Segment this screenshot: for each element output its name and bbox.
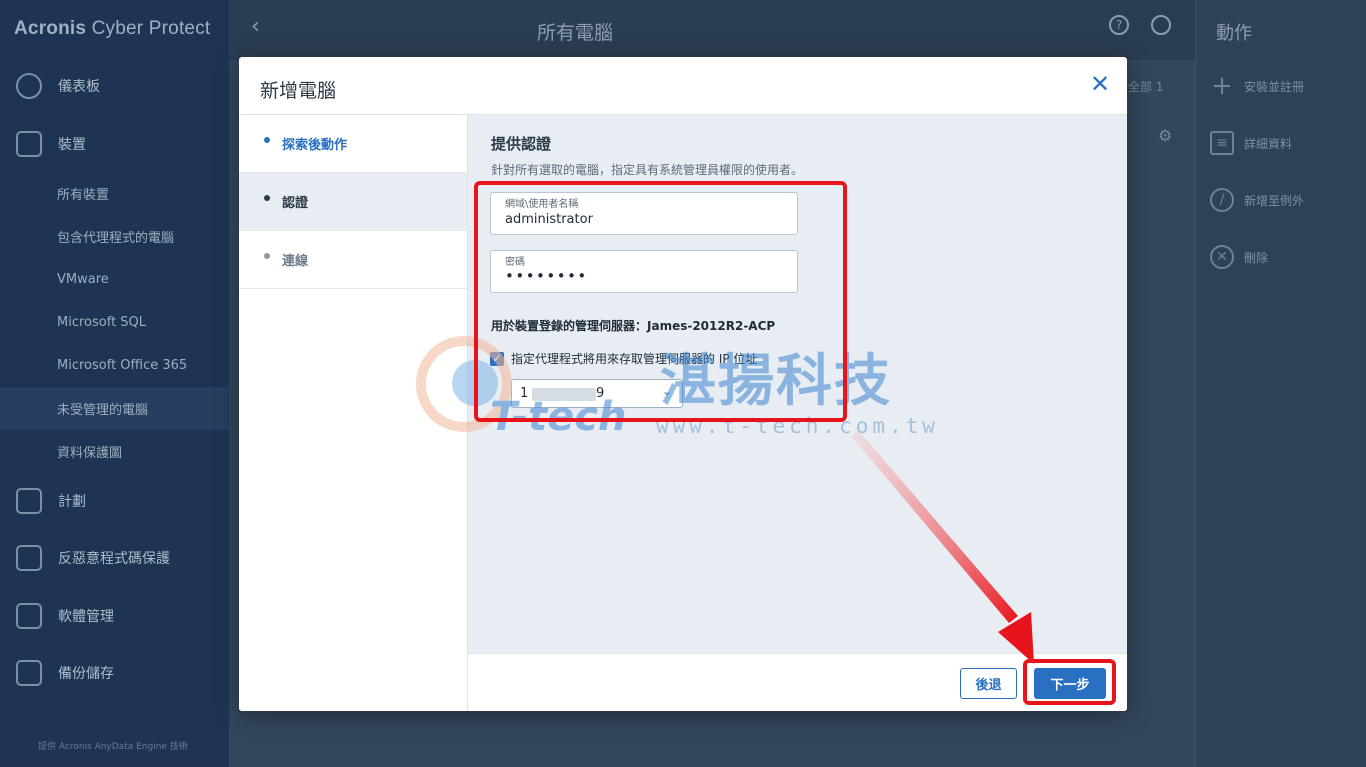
action-install-register[interactable]: + 安裝並註冊	[1210, 71, 1304, 101]
topbar: ‹ 所有電腦 ?	[229, 0, 1195, 60]
sidebar-sub-all-devices[interactable]: 所有裝置	[0, 172, 229, 215]
app-brand: Acronis Cyber Protect	[14, 18, 211, 39]
dialog-title: 新增電腦	[260, 80, 337, 102]
step-credentials[interactable]: 認證	[239, 173, 467, 231]
monitor-icon	[16, 131, 42, 157]
plans-icon	[16, 488, 42, 514]
back-button[interactable]: 後退	[960, 668, 1017, 699]
actions-title: 動作	[1216, 23, 1252, 44]
sidebar-sub-vmware[interactable]: VMware	[0, 258, 229, 301]
wizard-steps: 探索後動作 認證 連線	[239, 115, 468, 711]
sidebar-sub-unmanaged[interactable]: 未受管理的電腦	[0, 387, 229, 430]
step-dot	[264, 194, 270, 201]
dialog-header: 新增電腦 ✕	[239, 57, 1127, 115]
sidebar-sub-mssql[interactable]: Microsoft SQL	[0, 301, 229, 344]
sidebar-footer: 提供 Acronis AnyData Engine 技術	[38, 742, 188, 752]
block-icon: /	[1210, 188, 1234, 212]
plus-icon: +	[1211, 71, 1233, 101]
step-dot	[264, 252, 270, 259]
details-icon: ≡	[1210, 131, 1234, 155]
step-dot	[264, 136, 270, 143]
help-icon[interactable]: ?	[1109, 15, 1129, 35]
storage-icon	[16, 660, 42, 686]
section-description: 針對所有選取的電腦，指定具有系統管理員權限的使用者。	[491, 163, 804, 177]
highlight-credentials-box	[474, 181, 847, 422]
action-details[interactable]: ≡ 詳細資料	[1210, 129, 1292, 157]
sidebar-item-antimalware[interactable]: 反惡意程式碼保護	[0, 537, 229, 579]
software-icon	[16, 603, 42, 629]
chevron-left-icon[interactable]: ‹	[251, 14, 260, 39]
step-connection[interactable]: 連線	[239, 231, 467, 289]
actions-panel: 動作 + 安裝並註冊 ≡ 詳細資料 / 新增至例外 ✕ 刪除	[1195, 0, 1366, 767]
shield-icon	[16, 545, 42, 571]
filter-count: 全部 1	[1128, 80, 1164, 94]
delete-icon: ✕	[1210, 245, 1234, 269]
account-icon[interactable]	[1151, 15, 1171, 35]
sidebar-item-plans[interactable]: 計劃	[0, 480, 229, 522]
highlight-next-button-box	[1023, 659, 1116, 705]
action-add-exclusion[interactable]: / 新增至例外	[1210, 186, 1304, 214]
page-title: 所有電腦	[537, 22, 614, 44]
gear-icon[interactable]: ⚙	[1158, 126, 1172, 145]
sidebar: Acronis Cyber Protect 儀表板 裝置 所有裝置 包含代理程式…	[0, 0, 229, 767]
dashboard-icon	[16, 73, 42, 99]
sidebar-sub-office365[interactable]: Microsoft Office 365	[0, 344, 229, 387]
close-icon[interactable]: ✕	[1087, 71, 1113, 97]
section-title: 提供認證	[491, 135, 552, 153]
sidebar-sub-data-protection-map[interactable]: 資料保護圖	[0, 430, 229, 473]
sidebar-item-backup-storage[interactable]: 備份儲存	[0, 652, 229, 694]
step-post-discovery-action[interactable]: 探索後動作	[239, 115, 467, 173]
action-delete[interactable]: ✕ 刪除	[1210, 243, 1268, 271]
sidebar-item-dashboard[interactable]: 儀表板	[0, 65, 229, 107]
sidebar-item-devices[interactable]: 裝置	[0, 123, 229, 165]
sidebar-item-software[interactable]: 軟體管理	[0, 595, 229, 637]
sidebar-sub-agent-machines[interactable]: 包含代理程式的電腦	[0, 215, 229, 258]
